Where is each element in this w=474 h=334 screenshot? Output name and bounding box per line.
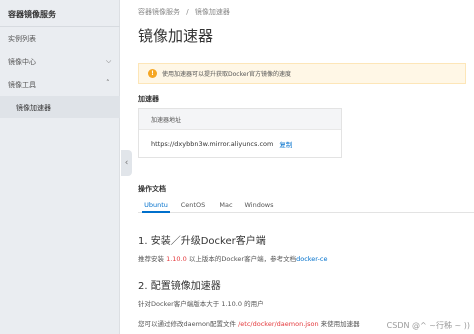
info-notice: ! 使用加速器可以提升获取Docker官方镜像的速度 xyxy=(138,63,466,84)
sidebar-item-mirror-accelerator[interactable]: 镜像加速器 xyxy=(16,103,51,113)
sidebar-title: 容器镜像服务 xyxy=(8,10,56,19)
sidebar-divider xyxy=(0,26,120,27)
warning-icon: ! xyxy=(148,69,157,78)
breadcrumb-current: 镜像加速器 xyxy=(194,8,230,16)
sidebar-item-image-tools[interactable]: 镜像工具 xyxy=(8,80,36,90)
step3-text: 您可以通过修改daemon配置文件 /etc/docker/daemon.jso… xyxy=(138,318,360,328)
copy-button[interactable]: 复制 xyxy=(279,139,292,149)
docker-ce-link[interactable]: docker-ce xyxy=(296,255,327,263)
step1-text: 推荐安装 1.10.0 以上版本的Docker客户端，参考文档docker-ce xyxy=(138,253,327,263)
address-row: https://dxybbn3w.mirror.aliyuncs.com 复制 xyxy=(139,130,341,158)
step2-heading: 2. 配置镜像加速器 xyxy=(138,281,221,292)
docs-section-title: 操作文档 xyxy=(138,185,166,193)
address-header: 加速器地址 xyxy=(139,109,341,130)
collapse-sidebar-button[interactable]: ‹ xyxy=(121,150,132,176)
accelerator-address-box: 加速器地址 https://dxybbn3w.mirror.aliyuncs.c… xyxy=(138,108,342,158)
sidebar-item-image-center[interactable]: 镜像中心 xyxy=(8,57,36,67)
step3-text-a: 您可以通过修改daemon配置文件 xyxy=(138,320,239,328)
os-tabs: Ubuntu CentOS Mac Windows xyxy=(138,199,474,213)
accelerator-section-title: 加速器 xyxy=(138,95,159,103)
step1-text-a: 推荐安装 xyxy=(138,255,167,263)
step1-heading: 1. 安装／升级Docker客户端 xyxy=(138,236,266,247)
breadcrumb-link-registry[interactable]: 容器镜像服务 xyxy=(138,8,180,16)
chevron-up-icon[interactable]: ˄ xyxy=(106,79,110,87)
step3-text-b: 来使用加速器 xyxy=(318,320,360,328)
accelerator-url: https://dxybbn3w.mirror.aliyuncs.com xyxy=(151,140,274,148)
page-title: 镜像加速器 xyxy=(138,27,214,45)
tab-windows[interactable]: Windows xyxy=(242,199,276,213)
notice-text: 使用加速器可以提升获取Docker官方镜像的速度 xyxy=(162,71,292,78)
breadcrumb-separator: / xyxy=(186,8,189,16)
tab-ubuntu[interactable]: Ubuntu xyxy=(142,199,170,213)
chevron-left-icon: ‹ xyxy=(124,158,129,168)
sidebar-item-instances[interactable]: 实例列表 xyxy=(8,34,36,44)
step2-text: 针对Docker客户端版本大于 1.10.0 的用户 xyxy=(138,300,264,308)
breadcrumb: 容器镜像服务 / 镜像加速器 xyxy=(138,7,234,17)
watermark: CSDN @^ ~行秭 ~ )) xyxy=(386,321,470,330)
tab-mac[interactable]: Mac xyxy=(216,199,236,213)
daemon-path: /etc/docker/daemon.json xyxy=(238,320,319,328)
chevron-down-icon[interactable]: ⌵ xyxy=(106,57,111,66)
main-content: 容器镜像服务 / 镜像加速器 镜像加速器 ! 使用加速器可以提升获取Docker… xyxy=(138,0,474,334)
step1-text-b: 以上版本的Docker客户端，参考文档 xyxy=(186,255,297,263)
version-highlight: 1.10.0 xyxy=(166,255,187,263)
sidebar: 容器镜像服务 实例列表 镜像中心 ⌵ 镜像工具 ˄ 镜像加速器 xyxy=(0,0,120,334)
tab-centos[interactable]: CentOS xyxy=(179,199,207,213)
